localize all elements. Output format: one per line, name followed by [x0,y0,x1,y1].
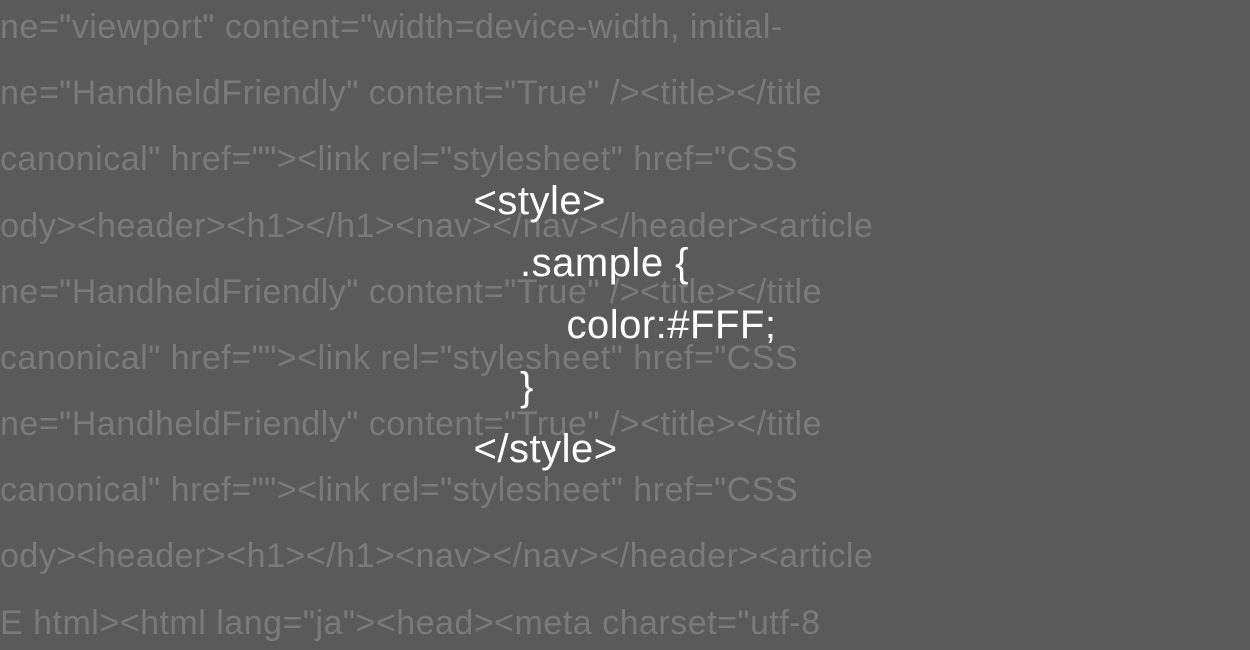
foreground-css-snippet: <style> .sample { color:#FFF; } </style> [474,170,777,480]
bg-code-line: ne="HandheldFriendly" content="True" /><… [0,66,1250,120]
code-line-style-close: </style> [474,418,777,480]
bg-code-line: ody><header><h1></h1><nav></nav></header… [0,529,1250,583]
code-line-close-brace: } [474,356,777,418]
code-line-style-open: <style> [474,170,777,232]
code-line-property: color:#FFF; [474,294,777,356]
bg-code-line: ne="viewport" content="width=device-widt… [0,0,1250,54]
bg-code-line: E html><html lang="ja"><head><meta chars… [0,596,1250,650]
code-line-selector: .sample { [474,232,777,294]
